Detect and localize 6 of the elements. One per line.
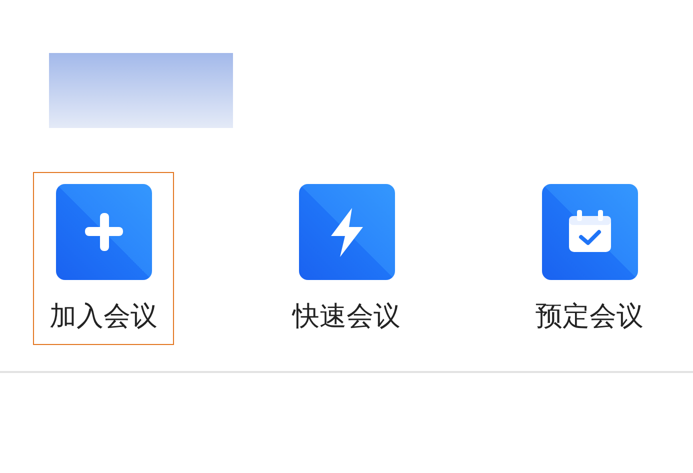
action-label: 快速会议 xyxy=(292,300,400,334)
action-item[interactable]: 预定会议 xyxy=(519,172,660,345)
action-label: 加入会议 xyxy=(50,300,158,334)
action-item[interactable]: 快速会议 xyxy=(276,172,417,345)
action-label: 预定会议 xyxy=(536,300,644,334)
action-item[interactable]: 加入会议 xyxy=(33,172,174,345)
